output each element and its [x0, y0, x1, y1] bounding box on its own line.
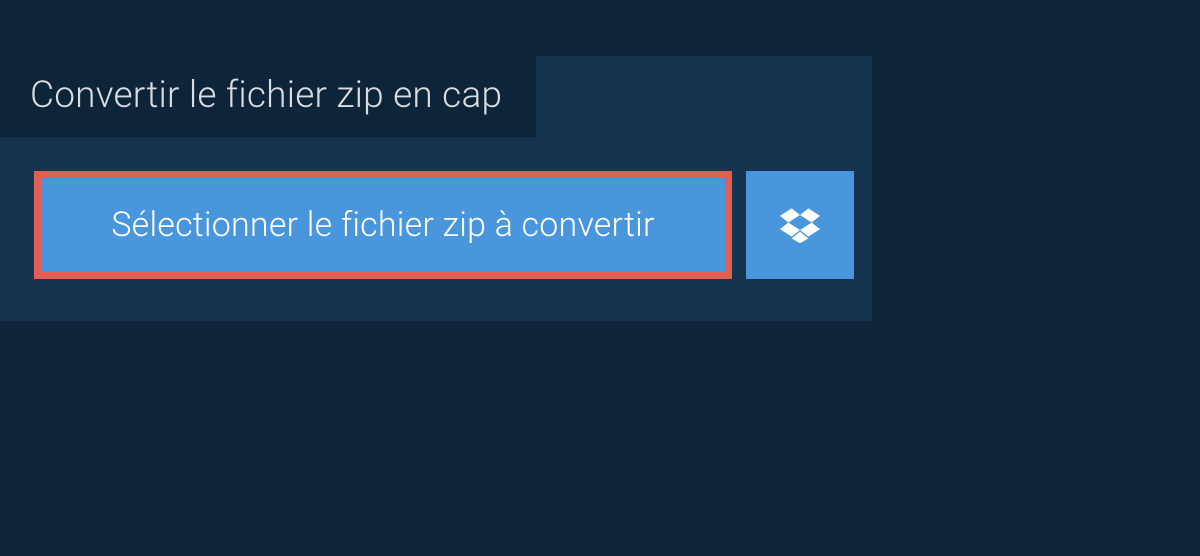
select-file-button[interactable]: Sélectionner le fichier zip à convertir — [41, 178, 725, 272]
page-title: Convertir le fichier zip en cap — [30, 74, 502, 117]
select-button-highlight: Sélectionner le fichier zip à convertir — [34, 171, 732, 279]
dropbox-button[interactable] — [746, 171, 854, 279]
tab-header: Convertir le fichier zip en cap — [0, 56, 536, 137]
select-file-label: Sélectionner le fichier zip à convertir — [111, 205, 654, 245]
converter-panel: Convertir le fichier zip en cap Sélectio… — [0, 56, 872, 321]
button-row: Sélectionner le fichier zip à convertir — [34, 171, 872, 279]
dropbox-icon — [780, 207, 820, 243]
